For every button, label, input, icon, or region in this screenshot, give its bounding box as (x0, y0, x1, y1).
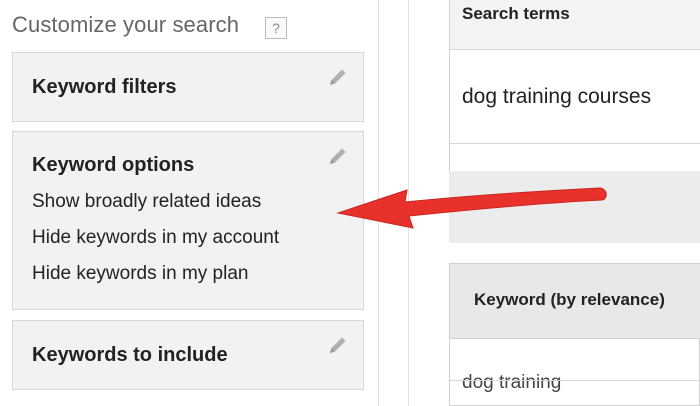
keywords-to-include-title: Keywords to include (32, 344, 228, 366)
customize-title: Customize your search (12, 12, 240, 37)
keyword-column-header[interactable]: Keyword (by relevance) (450, 264, 700, 339)
customize-panel: Customize your search ? Keyword filters … (0, 0, 378, 406)
divider (450, 380, 700, 381)
divider (378, 0, 379, 406)
divider (450, 143, 700, 144)
pencil-icon[interactable] (327, 334, 349, 356)
search-terms-panel: Search terms dog training courses (449, 0, 700, 171)
search-terms-label: Search terms (462, 4, 570, 23)
keyword-column-label: Keyword (by relevance) (474, 290, 665, 309)
pencil-icon[interactable] (327, 66, 349, 88)
option-hide-account: Hide keywords in my account (32, 227, 280, 248)
keyword-filters-title: Keyword filters (32, 76, 177, 98)
search-term-value[interactable]: dog training courses (462, 85, 651, 109)
search-terms-header: Search terms (450, 0, 700, 50)
help-icon[interactable]: ? (265, 17, 287, 39)
keyword-options-title: Keyword options (32, 154, 195, 176)
keywords-to-include-card[interactable]: Keywords to include (12, 320, 364, 390)
keyword-options-card[interactable]: Keyword options Show broadly related ide… (12, 131, 364, 310)
pencil-icon[interactable] (327, 145, 349, 167)
spacer-band (449, 171, 700, 243)
option-hide-plan: Hide keywords in my plan (32, 263, 249, 284)
table-row[interactable]: dog training (462, 372, 561, 394)
keyword-filters-card[interactable]: Keyword filters (12, 52, 364, 122)
option-broadly-related: Show broadly related ideas (32, 191, 262, 212)
keyword-planner-screenshot: Customize your search ? Keyword filters … (0, 0, 700, 406)
results-area: Search terms dog training courses Keywor… (409, 0, 700, 406)
keyword-results-table: Keyword (by relevance) dog training (449, 263, 700, 406)
